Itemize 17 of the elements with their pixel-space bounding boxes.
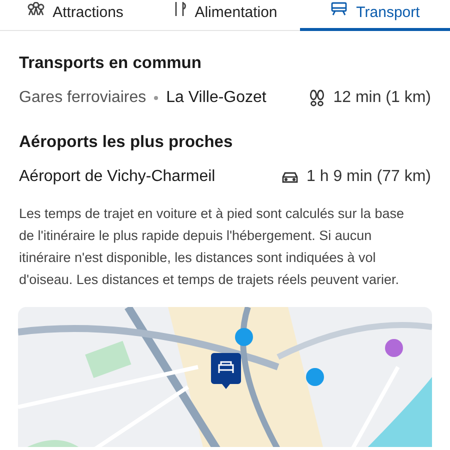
landmarks-icon [26,2,45,16]
section-title: Aéroports les plus proches [19,132,234,153]
category-label: Gares ferroviaires [19,88,146,108]
section-title: Transports en commun [19,53,202,74]
tab[interactable]: Alimentation [150,0,300,30]
car-icon [280,170,299,184]
travel-time: 12 min (1 km) [333,88,431,108]
bus-icon [330,2,348,16]
info-paragraph: Les temps de trajet en voiture et à pied sont calculés sur la base de l'itinéraire le plus rapide depuis l'hébergement. Si aucun itinéraire n'est disponible, les distances sont indiquées à vol d'oiseau. Les distances et temps de trajets réels peuvent varier. [19,204,405,289]
tab[interactable]: Transport [300,0,450,31]
fork-knife-icon [172,2,187,16]
hotel-pin-icon [211,352,241,388]
tab[interactable]: Attractions [0,0,150,30]
footprints-icon [309,88,326,107]
travel-time: 1 h 9 min (77 km) [306,166,431,186]
place-name: La Ville-Gozet [166,88,266,108]
place-name: Aéroport de Vichy-Charmeil [19,166,216,186]
